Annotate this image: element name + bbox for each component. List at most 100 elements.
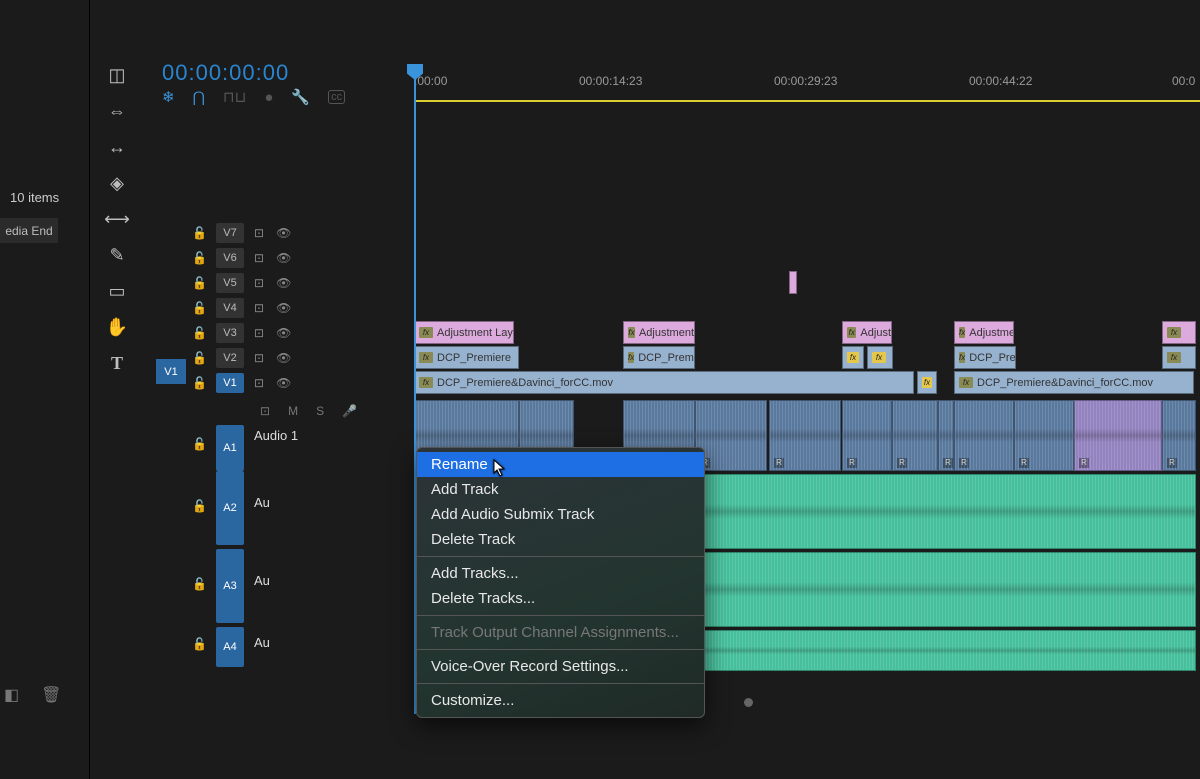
track-name[interactable]: Au [254, 627, 270, 650]
time-ruler[interactable]: :00:00 00:00:14:23 00:00:29:23 00:00:44:… [414, 66, 1200, 102]
video-track-head-v3[interactable]: 🔓V3⊡👁 [144, 320, 414, 345]
lock-icon[interactable]: 🔓 [192, 627, 206, 651]
source-patch-v1[interactable]: V1 [156, 359, 186, 384]
mute-button[interactable]: M [288, 404, 298, 418]
razor-tool-icon[interactable]: ◈ [106, 172, 128, 194]
lock-icon[interactable]: 🔓 [192, 376, 206, 390]
marker-span-icon[interactable]: ⊓⊔ [223, 88, 246, 106]
sync-lock-icon[interactable]: ⊡ [254, 276, 264, 290]
rolling-tool-icon[interactable]: ↔ [106, 136, 128, 158]
audio-clip[interactable]: R [695, 400, 767, 471]
menu-item-add-tracks[interactable]: Add Tracks... [417, 561, 704, 586]
video-clip[interactable]: fx [842, 346, 864, 369]
pen-tool-icon[interactable]: ✎ [106, 244, 128, 266]
video-lane-v6[interactable] [414, 245, 1200, 270]
adjustment-clip[interactable]: fxAdjustme [954, 321, 1014, 344]
sync-lock-icon[interactable]: ⊡ [254, 301, 264, 315]
track-label[interactable]: V6 [216, 248, 244, 268]
track-label[interactable]: V3 [216, 323, 244, 343]
track-label[interactable]: V4 [216, 298, 244, 318]
lock-icon[interactable]: 🔓 [192, 471, 206, 513]
eye-icon[interactable]: 👁 [276, 326, 291, 340]
audio-clip[interactable]: R [1074, 400, 1162, 471]
track-label[interactable]: V1 [216, 373, 244, 393]
type-tool-icon[interactable]: T [106, 352, 128, 374]
eye-icon[interactable]: 👁 [276, 376, 291, 390]
lock-icon[interactable]: 🔓 [192, 351, 206, 365]
track-label[interactable]: A1 [216, 425, 244, 471]
video-clip[interactable]: fxDCP_Premiere&Davinci_forCC.mov [954, 371, 1194, 394]
trash-icon[interactable]: 🗑 [41, 685, 61, 705]
eye-icon[interactable]: 👁 [276, 226, 291, 240]
marker-icon[interactable]: ● [264, 89, 273, 106]
menu-item-delete-track[interactable]: Delete Track [417, 527, 704, 552]
video-clip[interactable]: fx [917, 371, 937, 394]
eye-icon[interactable]: 👁 [276, 351, 291, 365]
eye-icon[interactable]: 👁 [276, 276, 291, 290]
lock-icon[interactable]: 🔓 [192, 301, 206, 315]
video-lane-v5[interactable] [414, 270, 1200, 295]
audio-clip[interactable]: R [769, 400, 841, 471]
track-label[interactable]: V2 [216, 348, 244, 368]
current-timecode[interactable]: 00:00:00:00 [162, 60, 289, 86]
video-clip[interactable]: fxDCP_Premiere [414, 346, 519, 369]
menu-item-delete-tracks[interactable]: Delete Tracks... [417, 586, 704, 611]
track-label[interactable]: A2 [216, 471, 244, 545]
menu-item-customize[interactable]: Customize... [417, 688, 704, 713]
sync-lock-icon[interactable]: ⊡ [254, 251, 264, 265]
caption-icon[interactable]: cc [328, 90, 345, 104]
track-label[interactable]: A3 [216, 549, 244, 623]
audio-track-head-a4[interactable]: 🔓 A4 Au [144, 627, 414, 671]
video-track-head-v4[interactable]: 🔓 V4 ⊡ 👁 [144, 295, 414, 320]
filter-icon[interactable]: ◧ [4, 685, 19, 705]
video-clip[interactable]: fxDCP_Premie [623, 346, 695, 369]
audio-clip[interactable]: R [954, 400, 1014, 471]
project-column-header[interactable]: edia End [0, 218, 58, 243]
sync-lock-icon[interactable]: ⊡ [260, 404, 270, 418]
audio-clip[interactable]: R [842, 400, 892, 471]
video-lane-v7[interactable] [414, 220, 1200, 245]
menu-item-rename[interactable]: Rename [417, 452, 704, 477]
video-clip[interactable]: fx [867, 346, 893, 369]
audio-track-head-a1[interactable]: 🔓 A1 Audio 1 [144, 425, 414, 471]
audio-clip[interactable]: R [892, 400, 938, 471]
sync-lock-icon[interactable]: ⊡ [254, 226, 264, 240]
audio-clip[interactable]: R [1014, 400, 1074, 471]
video-clip[interactable]: fxDCP_Premiere&Davinci_forCC.mov [414, 371, 914, 394]
audio-track-head-a2[interactable]: 🔓 A2 Au [144, 471, 414, 549]
lock-icon[interactable]: 🔓 [192, 276, 206, 290]
lock-icon[interactable]: 🔓 [192, 549, 206, 591]
track-label[interactable]: V5 [216, 273, 244, 293]
video-lane-v3[interactable]: fxAdjustment Lay fxAdjustment fxAdjust fxAd… [414, 320, 1200, 345]
settings-icon[interactable]: 🔧 [291, 88, 310, 106]
adjustment-clip[interactable]: fxAdjustment [623, 321, 695, 344]
voice-record-icon[interactable]: 🎤 [342, 404, 357, 418]
sync-lock-icon[interactable]: ⊡ [254, 376, 264, 390]
adjustment-clip[interactable]: fxAdjustment Lay [414, 321, 514, 344]
lock-icon[interactable]: 🔓 [192, 326, 206, 340]
track-name[interactable]: Audio 1 [254, 425, 298, 443]
menu-item-voice-over-record-settings[interactable]: Voice-Over Record Settings... [417, 654, 704, 679]
lock-icon[interactable]: 🔓 [192, 425, 206, 451]
menu-item-add-audio-submix-track[interactable]: Add Audio Submix Track [417, 502, 704, 527]
video-clip[interactable]: fxDCP_Pre [954, 346, 1016, 369]
linked-selection-icon[interactable]: ⋂ [193, 88, 205, 106]
audio-clip[interactable]: R [938, 400, 954, 471]
adjustment-clip[interactable]: fx [1162, 321, 1196, 344]
audio-clip[interactable]: R [1162, 400, 1196, 471]
eye-icon[interactable]: 👁 [276, 301, 291, 315]
video-lane-v2[interactable]: fxDCP_PremierefxDCP_PremiefxfxfxDCP_Pref… [414, 345, 1200, 370]
video-clip[interactable]: fx [1162, 346, 1196, 369]
clip[interactable] [789, 271, 797, 294]
video-lane-v1[interactable]: fxDCP_Premiere&Davinci_forCC.movfxfxDCP_… [414, 370, 1200, 395]
adjustment-clip[interactable]: fxAdjust [842, 321, 892, 344]
video-lane-v4[interactable] [414, 295, 1200, 320]
video-track-head-v1[interactable]: V1 🔓V1⊡👁 [144, 370, 414, 395]
video-track-head-v5[interactable]: 🔓 V5 ⊡ 👁 [144, 270, 414, 295]
track-name[interactable]: Au [254, 471, 270, 510]
track-name[interactable]: Au [254, 549, 270, 588]
snap-icon[interactable]: ❄ [162, 88, 175, 106]
hand-tool-icon[interactable]: ✋ [106, 316, 128, 338]
lock-icon[interactable]: 🔓 [192, 226, 206, 240]
slip-tool-icon[interactable]: ⟷ [106, 208, 128, 230]
